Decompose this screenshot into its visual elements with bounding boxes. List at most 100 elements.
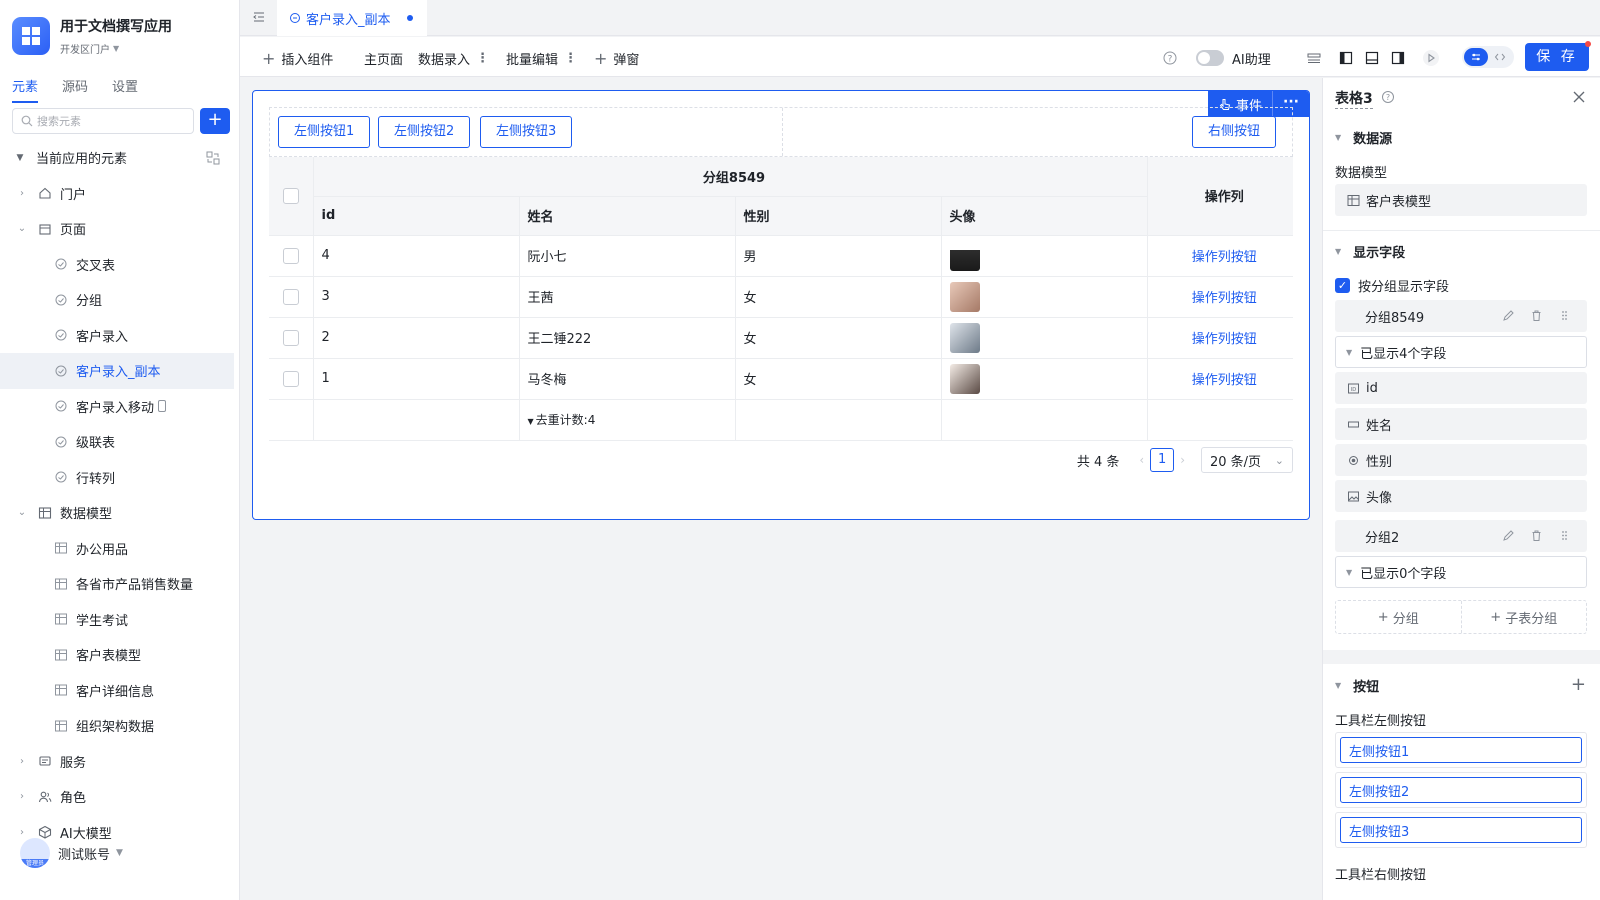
tree-services[interactable]: › 服务 xyxy=(0,744,234,780)
drag-handle-icon[interactable] xyxy=(1558,309,1571,322)
help-icon[interactable]: ? xyxy=(1381,90,1395,104)
preview-play-icon[interactable] xyxy=(1422,49,1440,67)
tree-page-item[interactable]: 行转列 xyxy=(0,460,234,496)
table-row[interactable]: 3 王茜女 操作列按钮 xyxy=(269,276,1293,318)
bottom-panel-icon[interactable] xyxy=(1364,50,1380,66)
row-checkbox[interactable] xyxy=(282,288,299,305)
portal-selector[interactable]: 开发区门户 ▼ xyxy=(60,41,172,56)
table-row[interactable]: 2 王二锤222 女 操作列按钮 xyxy=(269,317,1293,359)
datasource-section[interactable]: ▼ 数据源 xyxy=(1335,128,1392,147)
op-column-button[interactable]: 操作列按钮 xyxy=(1192,291,1257,306)
tree-page-item[interactable]: 客户录入移动 xyxy=(0,389,234,425)
group-2[interactable]: 分组2 xyxy=(1335,520,1587,552)
delete-icon[interactable] xyxy=(1530,529,1543,542)
help-icon[interactable]: ? xyxy=(1162,50,1178,66)
left-button-1[interactable]: 左侧按钮1 xyxy=(278,116,371,148)
tab-settings[interactable]: 设置 xyxy=(112,76,138,103)
op-column-button[interactable]: 操作列按钮 xyxy=(1192,332,1257,347)
model-select[interactable]: 客户表模型 xyxy=(1335,184,1587,216)
display-fields-section[interactable]: ▼ 显示字段 xyxy=(1335,242,1405,261)
ai-assistant-toggle[interactable] xyxy=(1196,50,1224,66)
column-header-gender[interactable]: 性别 xyxy=(734,196,941,236)
left-button-1-input[interactable] xyxy=(1340,737,1582,763)
op-column-button[interactable]: 操作列按钮 xyxy=(1192,373,1257,388)
next-page-icon[interactable]: › xyxy=(1180,453,1185,467)
tab-source[interactable]: 源码 xyxy=(62,76,88,103)
tree-model-item[interactable]: 客户表模型 xyxy=(0,637,234,673)
group-display-checkbox[interactable]: ✓ 按分组显示字段 xyxy=(1335,276,1449,295)
add-element-button[interactable]: + xyxy=(200,108,230,134)
add-subgroup-button[interactable]: + 子表分组 xyxy=(1460,601,1587,633)
search-input[interactable] xyxy=(37,114,177,128)
column-header-name[interactable]: 姓名 xyxy=(518,196,735,236)
table-row[interactable]: 4 阮小七男 操作列按钮 xyxy=(269,235,1293,277)
field-name[interactable]: 姓名 xyxy=(1335,408,1587,440)
insert-component-button[interactable]: + 插入组件 xyxy=(262,49,333,68)
left-button-2-input[interactable] xyxy=(1340,777,1582,803)
right-panel-icon[interactable] xyxy=(1390,50,1406,66)
right-button[interactable]: 右侧按钮 xyxy=(1191,116,1276,148)
group-1-fields-toggle[interactable]: ▼ 已显示4个字段 xyxy=(1335,336,1587,368)
table-component[interactable]: 事件 ··· 左侧按钮1 左侧按钮2 左侧按钮3 右侧按钮 分组8549 操作列… xyxy=(252,90,1310,520)
op-column-button[interactable]: 操作列按钮 xyxy=(1192,250,1257,265)
row-checkbox[interactable] xyxy=(282,247,299,264)
left-panel-icon[interactable] xyxy=(1338,50,1354,66)
column-header-id[interactable]: id xyxy=(312,196,519,236)
tree-model-item[interactable]: 各省市产品销售数量 xyxy=(0,566,234,602)
locate-icon[interactable] xyxy=(206,151,220,165)
select-all-checkbox[interactable] xyxy=(282,187,299,204)
buttons-section[interactable]: ▼ 按钮 xyxy=(1335,676,1379,695)
edit-icon[interactable] xyxy=(1502,309,1515,322)
tree-page-item[interactable]: 客户录入_副本 xyxy=(0,353,234,389)
batch-edit-menu[interactable]: 批量编辑 ⋮ xyxy=(506,49,577,68)
edit-icon[interactable] xyxy=(1502,529,1515,542)
tree-model-item[interactable]: 组织架构数据 xyxy=(0,708,234,744)
tree-page-item[interactable]: 级联表 xyxy=(0,424,234,460)
current-app-elements[interactable]: ▼ 当前应用的元素 xyxy=(0,140,234,176)
add-group-button[interactable]: + 分组 xyxy=(1336,601,1461,633)
left-button-3[interactable]: 左侧按钮3 xyxy=(480,116,573,148)
popup-button[interactable]: + 弹窗 xyxy=(594,49,639,68)
row-checkbox[interactable] xyxy=(282,370,299,387)
avatar[interactable] xyxy=(949,363,980,394)
left-button-2[interactable]: 左侧按钮2 xyxy=(378,116,471,148)
tree-page-item[interactable]: 分组 xyxy=(0,282,234,318)
avatar[interactable] xyxy=(949,281,980,312)
tab-elements[interactable]: 元素 xyxy=(12,76,39,103)
table-row[interactable]: 1 马冬梅女 操作列按钮 xyxy=(269,358,1293,400)
collapse-sidebar-icon[interactable] xyxy=(252,10,266,24)
tree-model-item[interactable]: 客户详细信息 xyxy=(0,673,234,709)
tree-pages[interactable]: ⌄ 页面 xyxy=(0,211,234,247)
view-mode-toggle[interactable] xyxy=(1462,46,1514,68)
column-header-avatar[interactable]: 头像 xyxy=(940,196,1147,236)
design-mode-icon[interactable] xyxy=(1464,48,1488,66)
tree-models[interactable]: ⌄ 数据模型 xyxy=(0,495,234,531)
tree-roles[interactable]: › 角色 xyxy=(0,779,234,815)
left-button-3-input[interactable] xyxy=(1340,817,1582,843)
avatar[interactable] xyxy=(949,322,980,353)
add-button-icon[interactable]: + xyxy=(1571,674,1586,695)
field-avatar[interactable]: 头像 xyxy=(1335,480,1587,512)
page-number[interactable]: 1 xyxy=(1150,448,1175,472)
data-entry-menu[interactable]: 数据录入 ⋮ xyxy=(418,49,489,68)
layout-icon[interactable] xyxy=(1306,50,1322,66)
save-button[interactable]: 保 存 xyxy=(1525,41,1591,71)
field-id[interactable]: ID id xyxy=(1335,372,1587,404)
close-icon[interactable] xyxy=(1572,90,1586,104)
group-1[interactable]: 分组8549 xyxy=(1335,300,1587,332)
prev-page-icon[interactable]: ‹ xyxy=(1139,453,1144,467)
field-gender[interactable]: 性别 xyxy=(1335,444,1587,476)
user-menu[interactable]: 管理员 测试账号 ▼ xyxy=(20,838,123,868)
home-page-button[interactable]: 主页面 xyxy=(364,49,403,68)
page-size-select[interactable]: 20 条/页 ⌄ xyxy=(1201,447,1293,473)
row-checkbox[interactable] xyxy=(282,329,299,346)
group-2-fields-toggle[interactable]: ▼ 已显示0个字段 xyxy=(1335,556,1587,588)
code-mode-icon[interactable] xyxy=(1488,48,1512,66)
tree-page-item[interactable]: 交叉表 xyxy=(0,247,234,283)
delete-icon[interactable] xyxy=(1530,309,1543,322)
distinct-count[interactable]: ▼ 去重计数:4 xyxy=(528,413,596,427)
drag-handle-icon[interactable] xyxy=(1558,529,1571,542)
tree-portal[interactable]: › 门户 xyxy=(0,176,234,212)
tree-page-item[interactable]: 客户录入 xyxy=(0,318,234,354)
tab-current-page[interactable]: 客户录入_副本 xyxy=(277,0,427,36)
